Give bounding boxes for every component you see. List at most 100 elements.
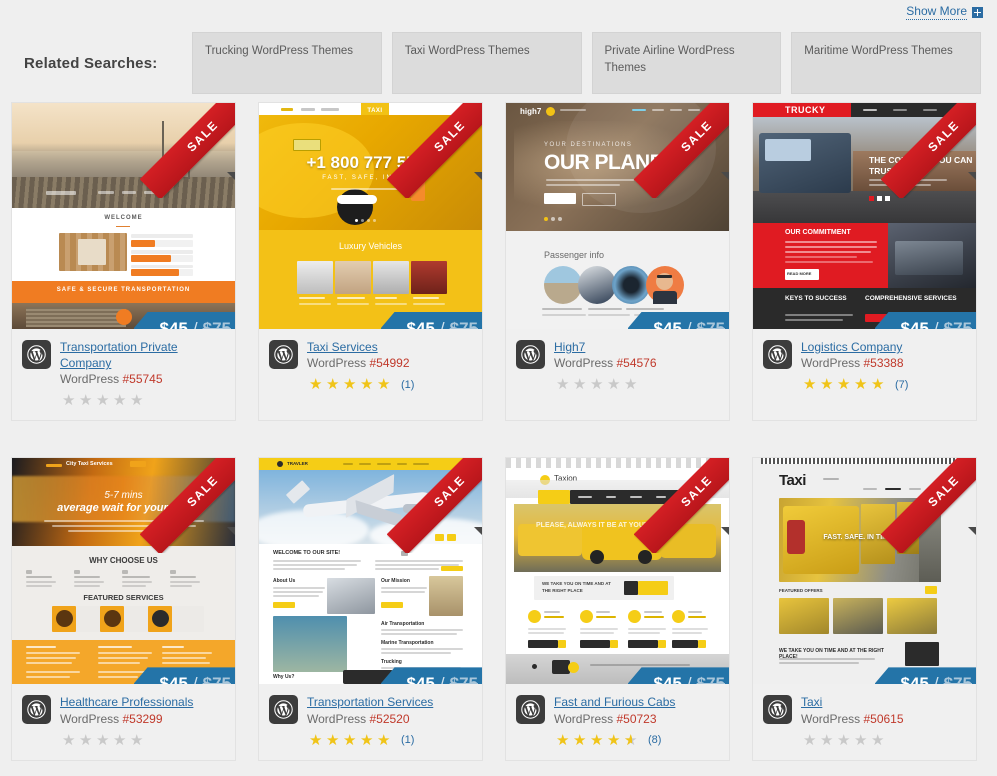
product-title-link[interactable]: Transportation Services — [307, 694, 472, 710]
platform-name: WordPress — [307, 356, 367, 371]
product-thumbnail[interactable]: City Taxi Services 5-7 mins average wait… — [12, 458, 235, 685]
product-title-link[interactable]: Healthcare Professionals — [60, 694, 225, 710]
theme-preview-image: Taxion PLEASE, ALWAYS IT BE AT YOUR SERV… — [506, 458, 729, 685]
star-icon: ★ — [309, 376, 323, 394]
product-card[interactable]: TRAVLER WELCOME TO OUR SITE! About Us Ou… — [258, 457, 483, 761]
price-original: $75 — [449, 673, 478, 685]
thumb-logo: high7 — [520, 107, 542, 116]
show-more-link[interactable]: Show More — [906, 4, 983, 20]
thumb-eyebrow: YOUR DESTINATIONS — [544, 142, 633, 148]
product-meta: Taxi Services WordPress #54992 ★ ★ ★ ★ ★… — [259, 329, 482, 404]
product-title-link[interactable]: Transportation Private Company — [60, 339, 225, 371]
star-icon: ★ — [96, 392, 110, 410]
rating-stars: ★ ★ ★ ★ ★ — [60, 733, 225, 748]
product-title-link[interactable]: Logistics Company — [801, 339, 966, 355]
price-current: $45 — [406, 318, 435, 330]
product-card[interactable]: TRUCKY THE COMPANY YOU CAN TRUST OUR COM… — [752, 102, 977, 422]
platform-name: WordPress — [801, 711, 861, 726]
price-original: $75 — [449, 318, 478, 330]
related-search-chip[interactable]: Maritime WordPress Themes — [791, 32, 981, 94]
star-icon: ★ — [79, 392, 93, 410]
rating-stars: ★ ★ ★ ★ ★ (8) — [554, 733, 719, 748]
product-title-link[interactable]: Taxi — [801, 694, 966, 710]
product-meta: Transportation Services WordPress #52520… — [259, 684, 482, 759]
product-sku: #54992 — [369, 356, 410, 371]
product-title-link[interactable]: Taxi Services — [307, 339, 472, 355]
star-icon: ★ — [96, 731, 110, 749]
price-badge: $45 / $75 — [380, 667, 482, 685]
thumb-b1: About Us — [273, 578, 296, 585]
product-platform: WordPress #53388 — [801, 356, 966, 370]
product-meta: Transportation Private Company WordPress… — [12, 329, 235, 420]
related-search-chip[interactable]: Trucking WordPress Themes — [192, 32, 382, 94]
thumb-logo: TAXI — [367, 108, 383, 114]
platform-name: WordPress — [60, 372, 120, 387]
thumb-section: Luxury Vehicles — [338, 241, 403, 251]
price-current: $45 — [159, 673, 188, 685]
star-icon: ★ — [343, 731, 357, 749]
product-platform: WordPress #55745 — [60, 372, 225, 386]
thumb-b3: Air Transportation — [381, 621, 425, 628]
product-card[interactable]: Taxi FAST. SAFE. IN TIME. FEATURED OFFER… — [752, 457, 977, 761]
related-search-chip[interactable]: Private Airline WordPress Themes — [591, 32, 782, 94]
product-title-link[interactable]: High7 — [554, 339, 719, 355]
product-thumbnail[interactable]: Taxi FAST. SAFE. IN TIME. FEATURED OFFER… — [753, 458, 976, 685]
product-thumbnail[interactable]: TAXI +1 800 777 5555 FAST, SAFE, IN TIME — [259, 103, 482, 329]
star-icon: ★ — [871, 731, 885, 749]
product-thumbnail[interactable]: WELCOME SAFE & SECURE TRANSPORTATION SAL… — [12, 103, 235, 329]
star-icon: ★ — [130, 731, 144, 749]
thumb-foot-2: COMPREHENSIVE SERVICES — [865, 295, 957, 302]
star-icon: ★ — [326, 731, 340, 749]
product-card[interactable]: high7 YOUR DESTINATIONS OUR PLANES Passe… — [505, 102, 730, 422]
star-icon: ★ — [79, 731, 93, 749]
wordpress-icon — [22, 695, 51, 725]
star-icon: ★ — [377, 731, 391, 749]
product-sku: #50723 — [616, 711, 657, 726]
star-icon: ★ — [590, 376, 604, 394]
product-thumbnail[interactable]: high7 YOUR DESTINATIONS OUR PLANES Passe… — [506, 103, 729, 329]
thumb-headline: FAST. SAFE. IN TIME. — [823, 534, 895, 542]
product-card[interactable]: WELCOME SAFE & SECURE TRANSPORTATION SAL… — [11, 102, 236, 422]
thumb-headline: OUR PLANES — [544, 151, 677, 174]
product-thumbnail[interactable]: TRUCKY THE COMPANY YOU CAN TRUST OUR COM… — [753, 103, 976, 329]
product-sku: #54576 — [616, 356, 657, 371]
thumb-headline: PLEASE, ALWAYS IT BE AT YOUR SERVICE — [536, 522, 682, 530]
star-icon: ★ — [820, 731, 834, 749]
wordpress-icon — [269, 340, 298, 369]
star-icon: ★ — [573, 376, 587, 394]
price-separator: / — [686, 673, 692, 685]
star-icon: ★ — [113, 392, 127, 410]
product-meta: High7 WordPress #54576 ★ ★ ★ ★ ★ — [506, 329, 729, 404]
product-platform: WordPress #53299 — [60, 712, 225, 726]
star-icon: ★ — [854, 731, 868, 749]
product-grid: WELCOME SAFE & SECURE TRANSPORTATION SAL… — [0, 102, 997, 761]
product-sku: #53388 — [863, 356, 904, 371]
price-badge: $45 / $75 — [133, 667, 235, 685]
product-thumbnail[interactable]: Taxion PLEASE, ALWAYS IT BE AT YOUR SERV… — [506, 458, 729, 685]
product-sku: #53299 — [122, 711, 163, 726]
product-meta: Taxi WordPress #50615 ★ ★ ★ ★ ★ — [753, 684, 976, 759]
related-searches-label: Related Searches: — [24, 54, 158, 72]
product-title-link[interactable]: Fast and Furious Cabs — [554, 694, 719, 710]
star-icon: ★ — [871, 376, 885, 394]
theme-preview-image: TRAVLER WELCOME TO OUR SITE! About Us Ou… — [259, 458, 482, 685]
star-icon: ★ — [624, 733, 640, 748]
theme-preview-image: City Taxi Services 5-7 mins average wait… — [12, 458, 235, 685]
price-current: $45 — [406, 673, 435, 685]
price-separator: / — [686, 318, 692, 330]
product-platform: WordPress #50723 — [554, 712, 719, 726]
product-sku: #55745 — [122, 372, 163, 387]
product-card[interactable]: City Taxi Services 5-7 mins average wait… — [11, 457, 236, 761]
thumb-block-title: OUR COMMITMENT — [785, 229, 851, 236]
product-card[interactable]: Taxion PLEASE, ALWAYS IT BE AT YOUR SERV… — [505, 457, 730, 761]
review-count: (1) — [401, 734, 415, 747]
product-platform: WordPress #54992 — [307, 356, 472, 370]
price-badge: $45 / $75 — [133, 312, 235, 329]
star-icon: ★ — [130, 392, 144, 410]
product-thumbnail[interactable]: TRAVLER WELCOME TO OUR SITE! About Us Ou… — [259, 458, 482, 685]
related-search-chip[interactable]: Taxi WordPress Themes — [391, 32, 582, 94]
rating-stars: ★ ★ ★ ★ ★ (7) — [801, 377, 966, 392]
plus-square-icon[interactable] — [972, 6, 983, 18]
price-separator: / — [933, 673, 939, 685]
product-card[interactable]: TAXI +1 800 777 5555 FAST, SAFE, IN TIME — [258, 102, 483, 422]
